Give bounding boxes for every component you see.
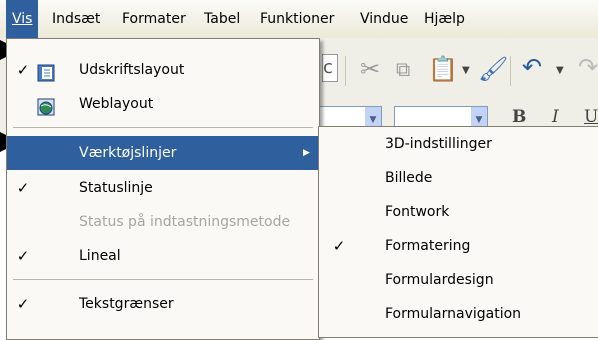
menu-separator	[13, 127, 313, 128]
paste-dropdown-icon[interactable]: ▼	[462, 56, 470, 86]
menu-separator	[13, 279, 313, 280]
clone-formatting-icon[interactable]: 🖌	[478, 54, 508, 84]
menu-vis[interactable]: Vis	[6, 0, 39, 38]
copy-icon[interactable]: ⧉	[396, 54, 410, 84]
menu-formater[interactable]: Formater	[118, 0, 190, 38]
undo-dropdown-icon[interactable]: ▼	[556, 56, 564, 86]
cut-icon[interactable]: ✂	[360, 54, 380, 84]
menu-tabel[interactable]: Tabel	[200, 0, 244, 38]
redo-icon[interactable]: ↷	[578, 52, 598, 82]
check-icon: ✓	[16, 61, 30, 79]
menu-item-ruler[interactable]: ✓ Lineal	[7, 239, 319, 273]
check-icon: ✓	[16, 179, 30, 197]
check-icon: ✓	[332, 237, 346, 255]
menubar: Vis Indsæt Formater Tabel Funktioner Vin…	[0, 0, 598, 39]
submenu-item-fontwork[interactable]: Fontwork	[319, 195, 598, 229]
paste-icon[interactable]: 📋	[428, 54, 458, 84]
menu-hjaelp[interactable]: Hjælp	[420, 0, 469, 38]
undo-icon[interactable]: ↶	[522, 52, 542, 82]
menu-item-text-boundaries[interactable]: ✓ Tekstgrænser	[7, 287, 319, 321]
toolbars-submenu: 3D-indstillinger Billede Fontwork ✓ Form…	[318, 126, 598, 338]
web-layout-icon	[37, 95, 55, 116]
print-layout-icon	[37, 61, 55, 82]
submenu-item-picture[interactable]: Billede	[319, 161, 598, 195]
menu-item-statusbar[interactable]: ✓ Statuslinje	[7, 171, 319, 205]
menu-item-print-layout[interactable]: ✓ Udskriftslayout	[7, 53, 319, 87]
toolbar-separator	[345, 56, 346, 86]
toolbar-separator	[510, 56, 511, 86]
view-menu: ✓ Udskriftslayout Weblayout Værktøjslinj…	[6, 38, 320, 340]
menu-item-web-layout[interactable]: Weblayout	[7, 87, 319, 121]
menu-vindue[interactable]: Vindue	[356, 0, 412, 38]
menu-funktioner[interactable]: Funktioner	[256, 0, 338, 38]
submenu-arrow-icon: ▶	[303, 148, 310, 158]
menu-item-toolbars[interactable]: Værktøjslinjer ▶	[7, 136, 319, 170]
submenu-item-form-navigation[interactable]: Formularnavigation	[319, 297, 598, 331]
submenu-item-form-design[interactable]: Formulardesign	[319, 263, 598, 297]
check-icon: ✓	[16, 295, 30, 313]
spellcheck-icon[interactable]: c	[322, 54, 338, 82]
check-icon: ✓	[16, 247, 30, 265]
menu-item-input-method-status: Status på indtastningsmetode	[79, 214, 291, 230]
menu-indsaet[interactable]: Indsæt	[48, 0, 104, 38]
submenu-item-formatting[interactable]: ✓ Formatering	[319, 229, 598, 263]
submenu-item-3d-settings[interactable]: 3D-indstillinger	[319, 127, 598, 161]
